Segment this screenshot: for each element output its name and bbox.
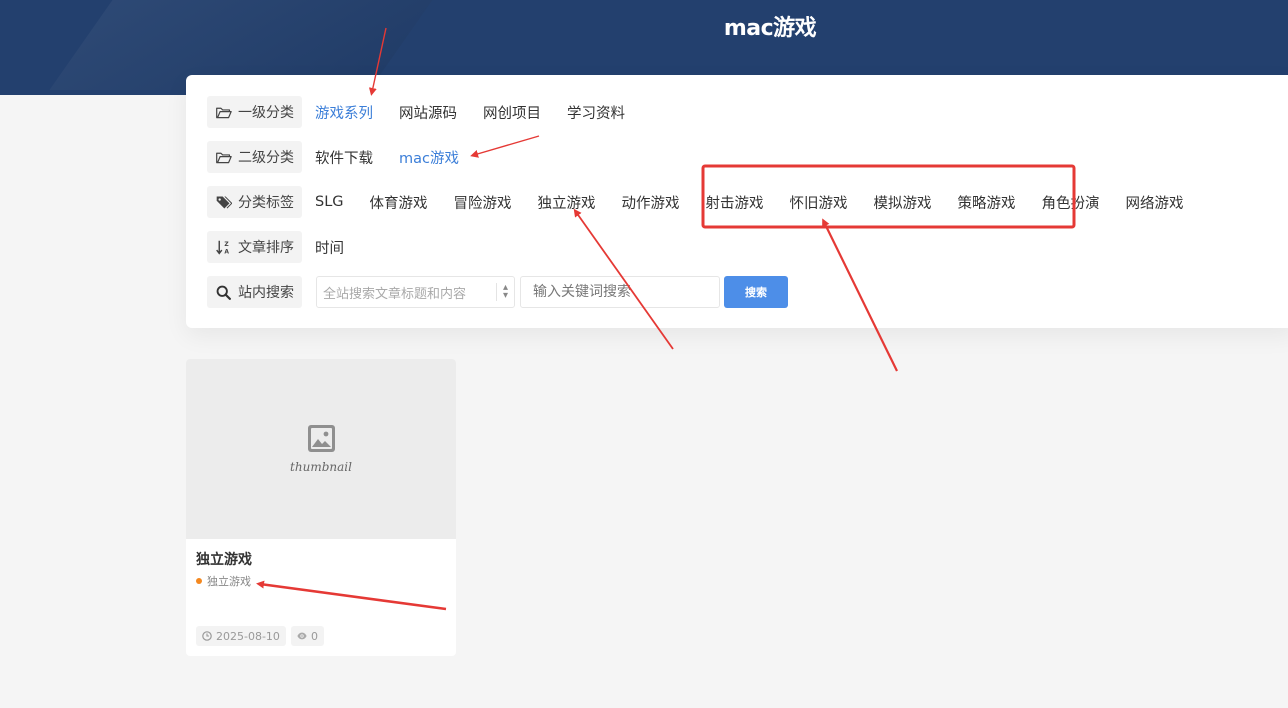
tag-option-sports[interactable]: 体育游戏 (370, 192, 428, 213)
post-card[interactable]: thumbnail 独立游戏 独立游戏 2025-08-10 0 (186, 359, 456, 656)
eye-icon (297, 632, 307, 640)
tag-option-shooter[interactable]: 射击游戏 (706, 192, 764, 213)
svg-text:Z: Z (224, 240, 229, 247)
filter-row-level2: 二级分类 软件下载 mac游戏 (207, 141, 485, 173)
filter-label-tags: 分类标签 (207, 186, 302, 218)
folder-open-icon (216, 152, 232, 163)
filter-label-text: 二级分类 (238, 150, 294, 166)
filter-options-level2: 软件下载 mac游戏 (315, 147, 485, 168)
tag-option-online[interactable]: 网络游戏 (1126, 192, 1184, 213)
tag-option-slg[interactable]: SLG (315, 194, 344, 210)
filter-options-tags: SLG 体育游戏 冒险游戏 独立游戏 动作游戏 射击游戏 怀旧游戏 模拟游戏 策… (315, 192, 1210, 213)
filter-label-sort: ZA 文章排序 (207, 231, 302, 263)
search-scope-value: 全站搜索文章标题和内容 (323, 286, 467, 302)
tag-option-simulation[interactable]: 模拟游戏 (874, 192, 932, 213)
post-date-badge: 2025-08-10 (196, 626, 286, 646)
filter-option-youxi-xilie[interactable]: 游戏系列 (315, 102, 373, 123)
page-title: mac游戏 (723, 16, 817, 41)
folder-open-icon (216, 107, 232, 118)
filter-option-wangchuang-xiangmu[interactable]: 网创项目 (483, 102, 541, 123)
post-title[interactable]: 独立游戏 (196, 549, 252, 569)
image-placeholder-icon (307, 424, 335, 452)
tag-option-indie[interactable]: 独立游戏 (538, 192, 596, 213)
filter-label-text: 分类标签 (238, 195, 294, 211)
sort-option-time[interactable]: 时间 (315, 237, 344, 258)
filter-option-ruanjian-xiazai[interactable]: 软件下载 (315, 147, 373, 168)
post-category[interactable]: 独立游戏 (196, 573, 251, 589)
filter-options-sort: 时间 (315, 237, 370, 258)
filter-option-xuexi-ziliao[interactable]: 学习资料 (567, 102, 625, 123)
post-views: 0 (310, 629, 318, 643)
filter-label-level2: 二级分类 (207, 141, 302, 173)
filter-row-tags: 分类标签 SLG 体育游戏 冒险游戏 独立游戏 动作游戏 射击游戏 怀旧游戏 模… (207, 186, 1210, 218)
filter-label-search: 站内搜索 (207, 276, 302, 308)
filter-label-text: 一级分类 (238, 105, 294, 121)
search-icon (216, 285, 231, 300)
tag-option-adventure[interactable]: 冒险游戏 (454, 192, 512, 213)
filter-row-search: 站内搜索 全站搜索文章标题和内容 ▴▾ 搜索 (207, 276, 788, 308)
filter-option-mac-youxi[interactable]: mac游戏 (399, 147, 459, 168)
filter-options-level1: 游戏系列 网站源码 网创项目 学习资料 (315, 102, 651, 123)
filter-panel: 一级分类 游戏系列 网站源码 网创项目 学习资料 二级分类 软件下载 mac游戏… (186, 75, 1288, 328)
search-scope-select[interactable]: 全站搜索文章标题和内容 ▴ ▾ (316, 276, 515, 308)
filter-row-sort: ZA 文章排序 时间 (207, 231, 370, 263)
post-category-label: 独立游戏 (207, 575, 251, 588)
category-dot (196, 578, 202, 584)
post-thumbnail[interactable]: thumbnail (186, 359, 456, 539)
post-date: 2025-08-10 (216, 629, 280, 643)
filter-row-level1: 一级分类 游戏系列 网站源码 网创项目 学习资料 (207, 96, 651, 128)
post-views-badge: 0 (290, 626, 324, 646)
tag-option-action[interactable]: 动作游戏 (622, 192, 680, 213)
tags-icon (216, 196, 232, 208)
tag-option-retro[interactable]: 怀旧游戏 (790, 192, 848, 213)
sort-alpha-icon: ZA (216, 240, 229, 255)
svg-text:A: A (224, 248, 229, 255)
thumbnail-placeholder-text: thumbnail (290, 459, 352, 474)
filter-label-text: 文章排序 (238, 240, 294, 256)
tag-option-rpg[interactable]: 角色扮演 (1042, 192, 1100, 213)
filter-option-wangzhan-yuanma[interactable]: 网站源码 (399, 102, 457, 123)
post-meta: 2025-08-10 0 (196, 626, 324, 646)
tag-option-strategy[interactable]: 策略游戏 (958, 192, 1016, 213)
clock-icon (202, 631, 212, 641)
chevron-updown-icon: ▴ ▾ (502, 282, 508, 301)
search-button[interactable]: 搜索 (724, 276, 788, 308)
filter-label-level1: 一级分类 (207, 96, 302, 128)
filter-label-text: 站内搜索 (238, 285, 294, 301)
search-input[interactable] (520, 276, 720, 308)
